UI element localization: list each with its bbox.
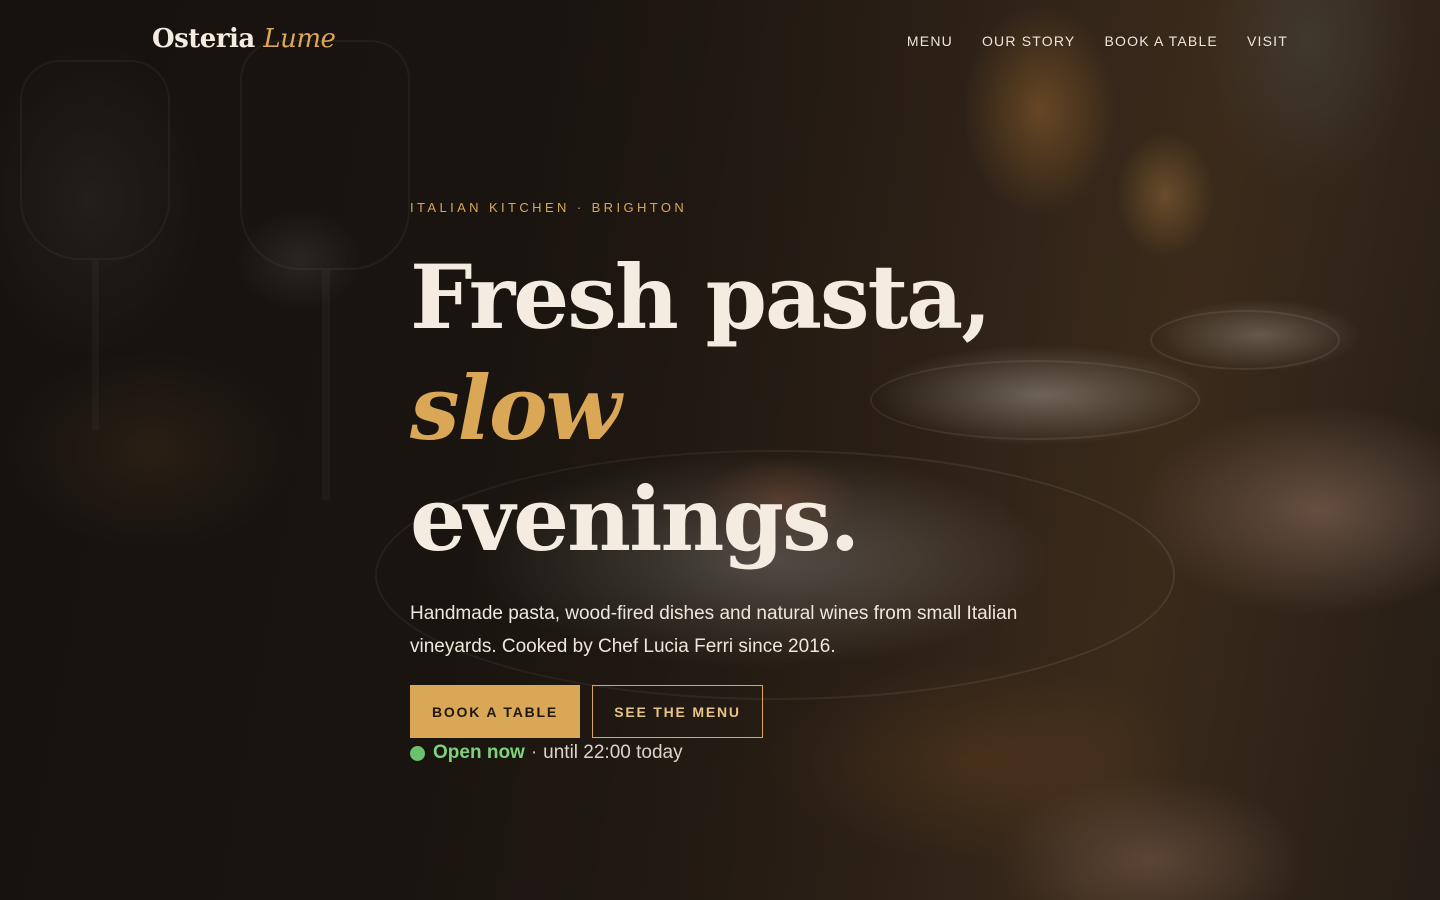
nav-link-visit[interactable]: VISIT xyxy=(1247,33,1288,49)
logo[interactable]: Osteria Lume xyxy=(152,24,336,54)
headline-line-1: Fresh pasta, xyxy=(410,245,992,349)
book-a-table-button[interactable]: BOOK A TABLE xyxy=(410,685,580,738)
status-separator: · xyxy=(530,742,538,763)
nav-link-menu[interactable]: MENU xyxy=(907,33,953,49)
eyebrow-text: ITALIAN KITCHEN · BRIGHTON xyxy=(410,200,688,215)
hero-actions: BOOK A TABLE SEE THE MENU xyxy=(410,685,1110,738)
headline-line-3: evenings. xyxy=(410,467,860,571)
open-status-label: Open now xyxy=(433,742,525,763)
main-nav: MENU OUR STORY BOOK A TABLE VISIT xyxy=(907,33,1288,49)
nav-link-book-a-table[interactable]: BOOK A TABLE xyxy=(1104,33,1218,49)
hero-headline: Fresh pasta, slow evenings. xyxy=(410,242,1110,575)
hero-description: Handmade pasta, wood-fired dishes and na… xyxy=(410,603,1018,657)
open-status-detail: until 22:00 today xyxy=(543,742,683,763)
open-status-dot-icon xyxy=(410,745,425,761)
headline-line-2: slow xyxy=(410,356,621,460)
logo-accent: Lume xyxy=(263,24,336,54)
hero-section: Osteria Lume MENU OUR STORY BOOK A TABLE… xyxy=(0,0,1440,900)
top-navigation: Osteria Lume MENU OUR STORY BOOK A TABLE… xyxy=(0,0,1440,84)
logo-name: Osteria xyxy=(152,24,255,54)
see-the-menu-button[interactable]: SEE THE MENU xyxy=(592,685,763,738)
nav-link-our-story[interactable]: OUR STORY xyxy=(982,33,1076,49)
opening-status: Open now · until 22:00 today xyxy=(410,742,1110,764)
hero-content: ITALIAN KITCHEN · BRIGHTON Fresh pasta, … xyxy=(410,200,1110,764)
